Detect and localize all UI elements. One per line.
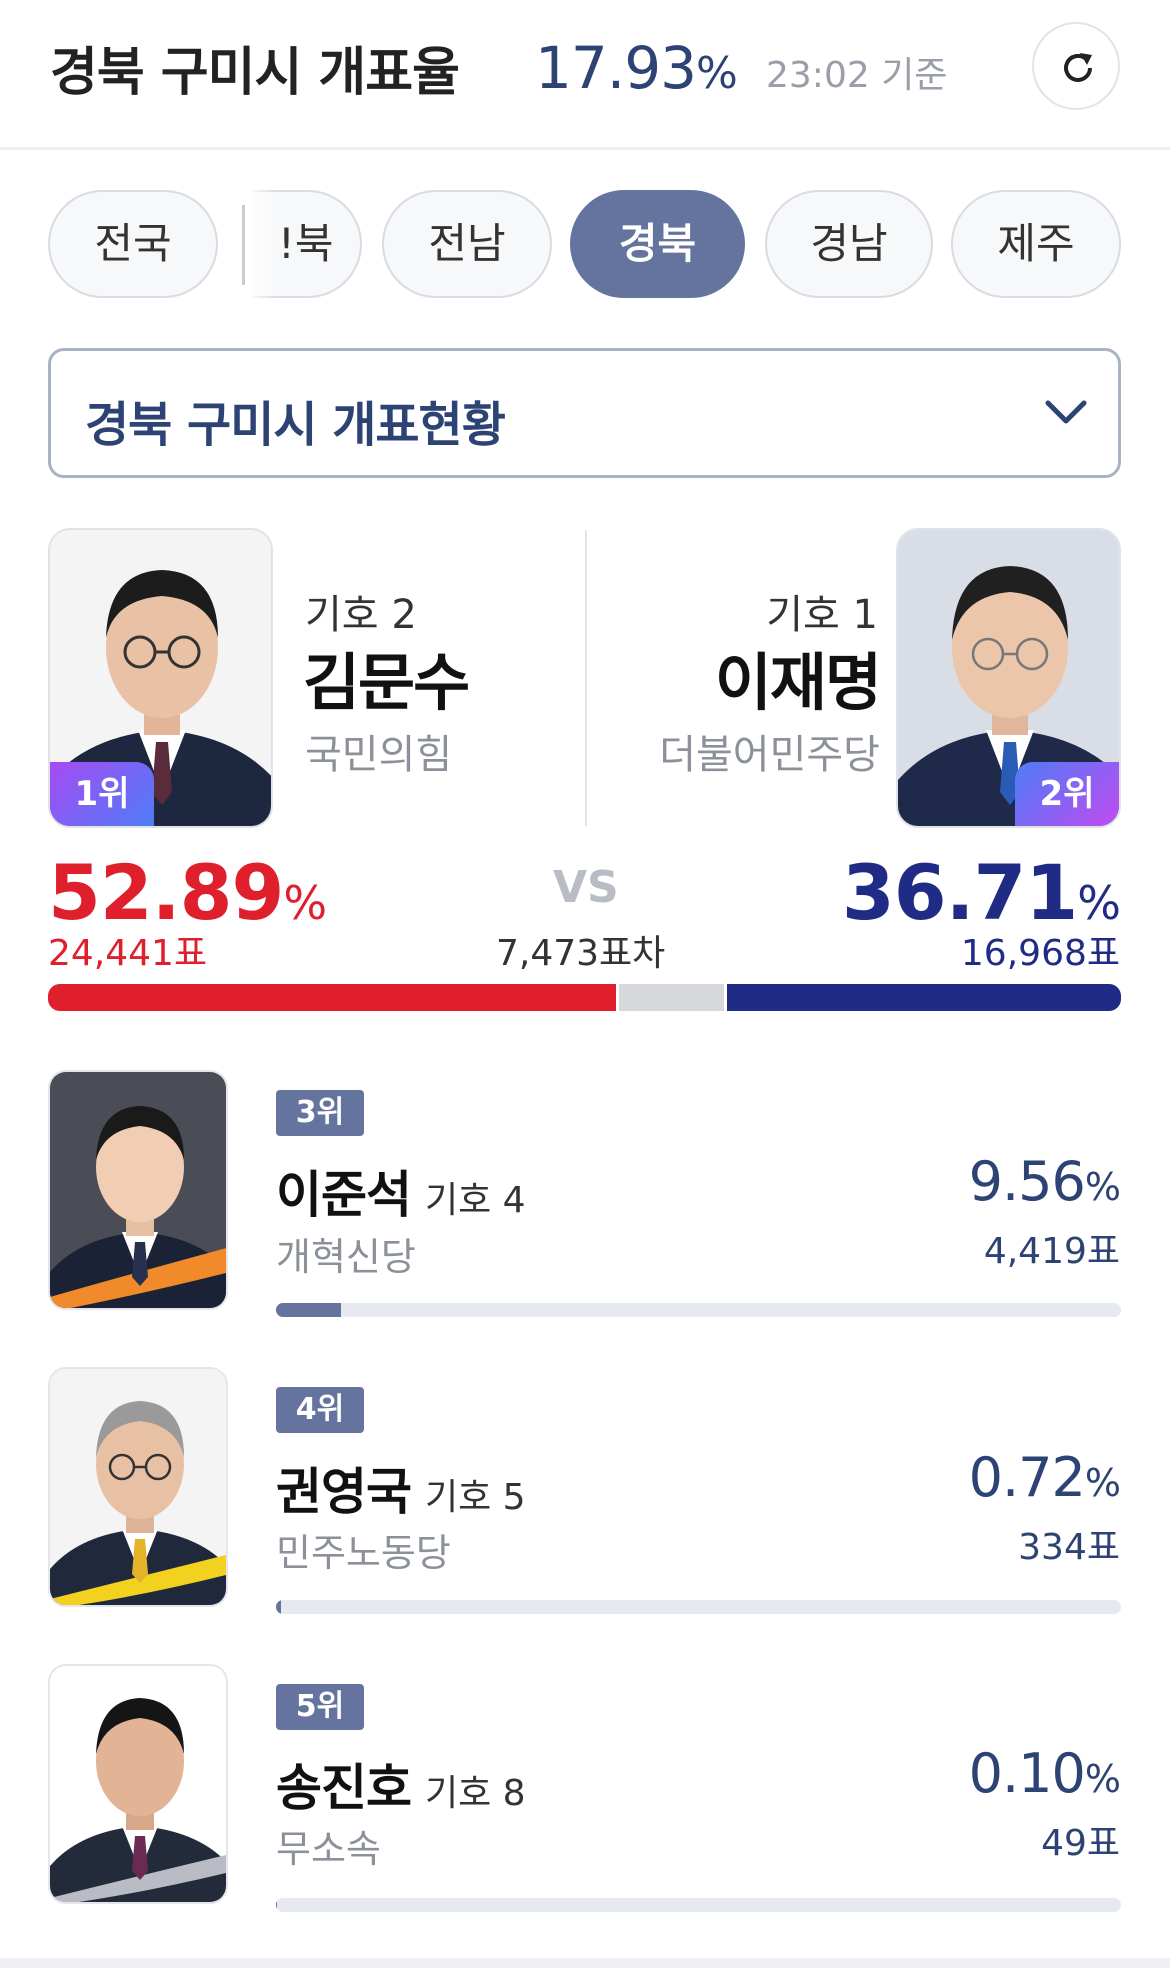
header: 경북 구미시 개표율 17.93% 23:02 기준 bbox=[0, 0, 1170, 150]
update-time: 23:02 기준 bbox=[766, 55, 948, 96]
election-results-page: 경북 구미시 개표율 17.93% 23:02 기준 전국 !북 전남 경북 경… bbox=[0, 0, 1170, 1968]
count-rate: 17.93% bbox=[535, 34, 738, 102]
tab-national[interactable]: 전국 bbox=[48, 190, 218, 298]
candidate-photo-song-jinho bbox=[48, 1664, 228, 1904]
leader-left-votes: 24,441표 bbox=[48, 933, 208, 974]
vote-share-bar bbox=[276, 1600, 1121, 1614]
leader-right-votes: 16,968표 bbox=[960, 933, 1120, 974]
candidate-photo-lee-junseok bbox=[48, 1070, 228, 1310]
percent-unit: % bbox=[1084, 1165, 1121, 1209]
rank-badge: 4위 bbox=[276, 1387, 364, 1433]
tab-jeonnam[interactable]: 전남 bbox=[382, 190, 552, 298]
district-select[interactable]: 경북 구미시 개표현황 bbox=[48, 348, 1121, 478]
candidate-number: 기호 8 bbox=[425, 1773, 526, 1814]
candidate-votes: 4,419표 bbox=[983, 1231, 1120, 1272]
percent-value: 9.56 bbox=[968, 1150, 1086, 1213]
chevron-down-icon bbox=[1045, 400, 1087, 424]
percent-value: 0.72 bbox=[968, 1446, 1086, 1509]
count-rate-value: 17.93 bbox=[535, 34, 697, 102]
rank-badge: 3위 bbox=[276, 1090, 364, 1136]
refresh-icon bbox=[1064, 53, 1092, 82]
count-rate-unit: % bbox=[696, 48, 738, 99]
candidate-party: 더불어민주당 bbox=[659, 732, 880, 778]
candidate-party: 개혁신당 bbox=[276, 1235, 416, 1279]
divider bbox=[585, 530, 587, 826]
candidate-name: 권영국 bbox=[276, 1463, 412, 1521]
percent-unit: % bbox=[1084, 1757, 1121, 1801]
tab-gyeongnam[interactable]: 경남 bbox=[765, 190, 933, 298]
candidate-votes: 334표 bbox=[1018, 1527, 1120, 1568]
tab-gyeongbuk[interactable]: 경북 bbox=[570, 190, 745, 298]
bar-right-share bbox=[727, 984, 1121, 1011]
candidate-number: 기호 4 bbox=[425, 1180, 526, 1221]
percent-unit: % bbox=[283, 876, 327, 930]
candidate-name-row: 송진호 기호 8 bbox=[276, 1748, 526, 1820]
rank-badge: 2위 bbox=[1015, 762, 1119, 826]
vote-share-bar bbox=[276, 1303, 1121, 1317]
head-to-head-bar bbox=[48, 984, 1121, 1011]
candidate-party: 국민의힘 bbox=[305, 732, 453, 778]
candidate-name: 송진호 bbox=[276, 1759, 412, 1817]
vote-share-fill bbox=[276, 1898, 277, 1912]
vote-share-fill bbox=[276, 1303, 341, 1317]
portrait-image bbox=[50, 1369, 226, 1605]
tab-jeju[interactable]: 제주 bbox=[951, 190, 1121, 298]
vote-share-bar bbox=[276, 1898, 1121, 1912]
candidate-name: 이준석 bbox=[276, 1166, 412, 1224]
bar-separator bbox=[616, 984, 619, 1011]
candidate-name: 김문수 bbox=[303, 646, 470, 719]
percent-unit: % bbox=[1077, 876, 1121, 930]
vote-gap: 7,473표차 bbox=[496, 933, 666, 974]
rank-badge: 5위 bbox=[276, 1684, 364, 1730]
rank-badge: 1위 bbox=[50, 762, 154, 826]
candidate-name-row: 권영국 기호 5 bbox=[276, 1452, 526, 1524]
candidate-percent: 0.10% bbox=[968, 1742, 1121, 1805]
portrait-image bbox=[50, 1666, 226, 1902]
percent-unit: % bbox=[1084, 1461, 1121, 1505]
portrait-image bbox=[50, 1072, 226, 1308]
district-select-label: 경북 구미시 개표현황 bbox=[85, 397, 506, 453]
bar-left-share bbox=[48, 984, 616, 1011]
candidate-photo-kim-moonsoo: 1위 bbox=[48, 528, 273, 828]
candidate-number: 기호 5 bbox=[425, 1477, 526, 1518]
candidate-party: 무소속 bbox=[276, 1827, 381, 1871]
page-title: 경북 구미시 개표율 bbox=[50, 43, 460, 103]
vote-share-fill bbox=[276, 1600, 281, 1614]
candidate-votes: 49표 bbox=[1041, 1823, 1120, 1864]
percent-value: 0.10 bbox=[968, 1742, 1086, 1805]
candidate-name: 이재명 bbox=[714, 646, 882, 719]
vs-label: VS bbox=[553, 862, 619, 913]
candidate-photo-kwon-youngkuk bbox=[48, 1367, 228, 1607]
candidate-percent: 9.56% bbox=[968, 1150, 1121, 1213]
candidate-party: 민주노동당 bbox=[276, 1531, 451, 1575]
candidate-percent: 0.72% bbox=[968, 1446, 1121, 1509]
refresh-button[interactable] bbox=[1032, 22, 1120, 110]
tabs-scroll-fade bbox=[246, 186, 276, 302]
bottom-divider bbox=[0, 1958, 1170, 1968]
candidate-name-row: 이준석 기호 4 bbox=[276, 1155, 526, 1227]
candidate-photo-lee-jaemyung: 2위 bbox=[896, 528, 1121, 828]
tabs-divider bbox=[242, 205, 245, 285]
